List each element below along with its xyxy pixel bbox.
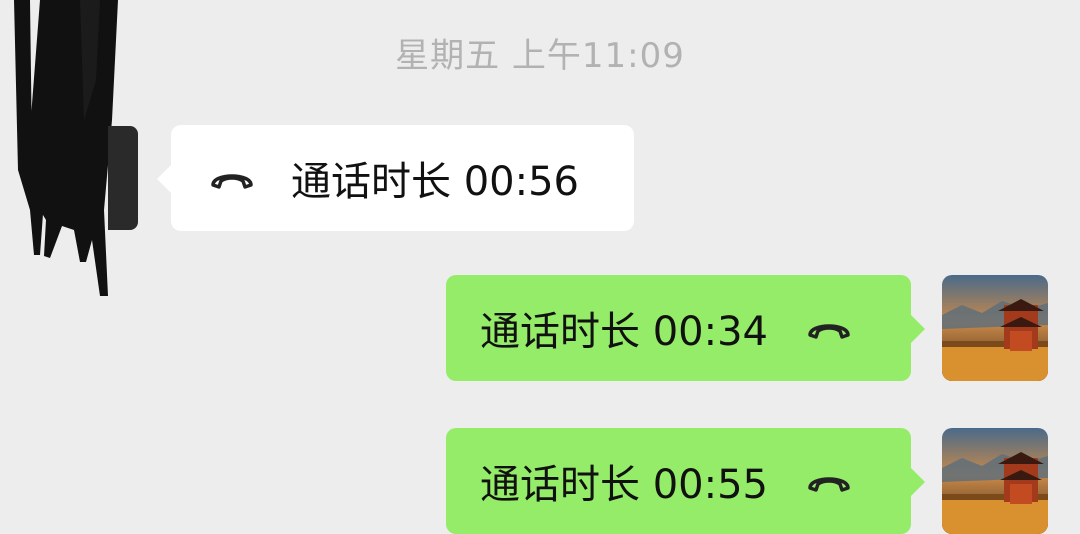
message-bubble-sent[interactable]: 通话时长 00:34 [446, 275, 925, 381]
avatar-image [942, 275, 1048, 381]
call-duration-label: 通话时长 00:34 [480, 309, 768, 355]
phone-hangup-icon [211, 174, 253, 189]
phone-hangup-icon [808, 477, 850, 492]
user-avatar[interactable] [942, 275, 1048, 381]
avatar-image [942, 428, 1048, 534]
message-bubble-sent[interactable]: 通话时长 00:55 [446, 428, 925, 534]
user-avatar[interactable] [942, 428, 1048, 534]
chat-timestamp: 星期五 上午11:09 [395, 36, 685, 76]
call-duration-label: 通话时长 00:55 [480, 462, 768, 508]
phone-hangup-icon [808, 324, 850, 339]
message-bubble-received[interactable]: 通话时长 00:56 [157, 125, 634, 231]
call-duration-label: 通话时长 00:56 [291, 159, 579, 205]
sender-avatar[interactable] [108, 126, 138, 230]
